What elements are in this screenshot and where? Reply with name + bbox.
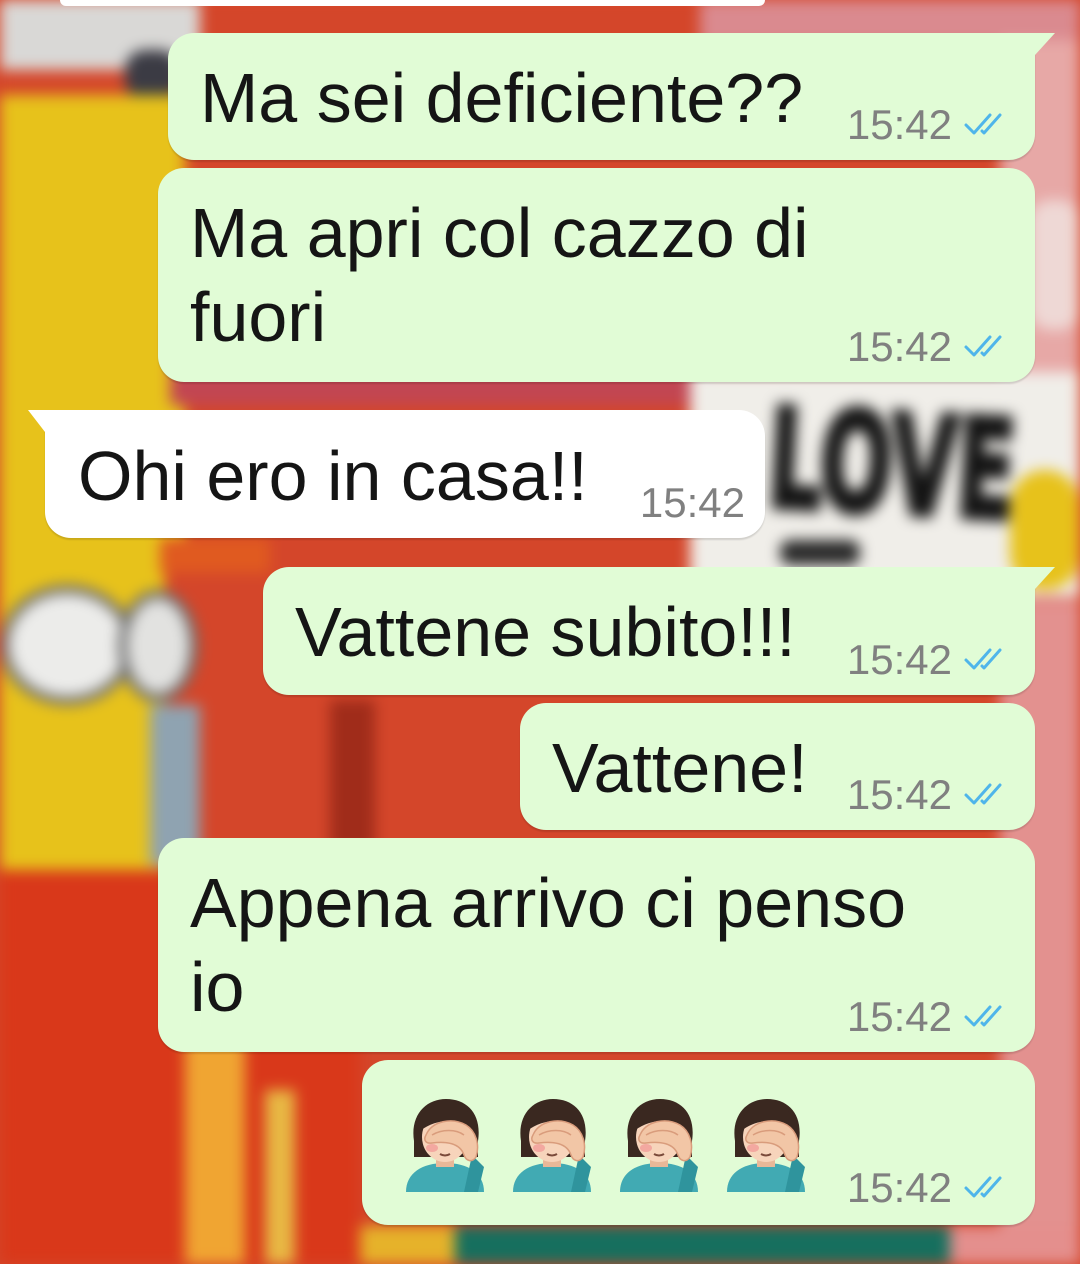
message-text: Vattene subito!!! bbox=[295, 593, 796, 671]
message-bubble-incoming[interactable]: Ohi ero in casa!! 15:42 bbox=[28, 410, 765, 538]
message-text: Vattene! bbox=[552, 729, 808, 807]
double-check-read-icon bbox=[964, 1176, 1002, 1198]
message-text: Ohi ero in casa!! bbox=[78, 437, 588, 515]
message-bubble-outgoing[interactable]: Appena arrivo ci penso io 15:42 bbox=[158, 838, 1035, 1052]
message-timestamp: 15:42 bbox=[846, 636, 952, 683]
message-text: Ma sei deficiente?? bbox=[200, 59, 804, 137]
wallpaper-bottom-teal bbox=[455, 1226, 950, 1264]
wallpaper-orange-patch bbox=[160, 538, 270, 573]
double-check-read-icon bbox=[964, 783, 1002, 805]
double-check-read-icon bbox=[964, 335, 1002, 357]
message-bubble-outgoing[interactable]: Ma sei deficiente?? 15:42 bbox=[168, 33, 1055, 160]
message-text: Ma apri col cazzo di fuori bbox=[190, 194, 809, 356]
message-meta: 15:42 bbox=[847, 996, 1005, 1038]
woman-facepalming-emoji bbox=[727, 1099, 805, 1192]
message-meta: 15:42 bbox=[847, 774, 1005, 816]
message-meta: 15:42 bbox=[640, 482, 745, 524]
message-bubble-outgoing[interactable]: Vattene subito!!! 15:42 bbox=[263, 567, 1055, 695]
woman-facepalming-emoji bbox=[513, 1099, 591, 1192]
partial-incoming-bubble[interactable] bbox=[60, 0, 765, 6]
wallpaper-glasses-left bbox=[0, 585, 135, 705]
chat-screen: LOVE Ma sei deficiente?? 15:42 Ma apri c… bbox=[0, 0, 1080, 1264]
message-meta: 15:42 bbox=[847, 639, 1005, 681]
double-check-read-icon bbox=[964, 113, 1002, 135]
message-meta: 15:42 bbox=[847, 1167, 1005, 1209]
wallpaper-sign-marks bbox=[780, 540, 860, 565]
double-check-read-icon bbox=[964, 648, 1002, 670]
message-timestamp: 15:42 bbox=[846, 101, 952, 148]
message-bubble-outgoing[interactable]: Vattene! 15:42 bbox=[520, 703, 1035, 830]
wallpaper-bottom-right-pink bbox=[950, 1226, 1080, 1264]
message-timestamp: 15:42 bbox=[846, 1164, 952, 1211]
wallpaper-love-text: LOVE bbox=[762, 376, 1022, 554]
wallpaper-right-light-patch bbox=[1030, 200, 1080, 330]
wallpaper-glasses-right bbox=[118, 590, 198, 702]
message-timestamp: 15:42 bbox=[846, 993, 952, 1040]
woman-facepalming-emoji bbox=[620, 1099, 698, 1192]
message-timestamp: 15:42 bbox=[846, 323, 952, 370]
emoji-row bbox=[402, 1095, 809, 1192]
message-meta: 15:42 bbox=[847, 326, 1005, 368]
double-check-read-icon bbox=[964, 1005, 1002, 1027]
message-timestamp: 15:42 bbox=[639, 479, 745, 526]
message-timestamp: 15:42 bbox=[846, 771, 952, 818]
wallpaper-dark-red-band bbox=[330, 700, 375, 850]
wallpaper-yellow-stripe bbox=[185, 1040, 245, 1264]
message-bubble-outgoing-emoji[interactable]: 15:42 bbox=[362, 1060, 1035, 1225]
wallpaper-yellow-stripe bbox=[265, 1090, 295, 1264]
message-bubble-outgoing[interactable]: Ma apri col cazzo di fuori 15:42 bbox=[158, 168, 1035, 382]
wallpaper-bottom-yellow bbox=[360, 1226, 455, 1264]
woman-facepalming-emoji bbox=[406, 1099, 484, 1192]
message-meta: 15:42 bbox=[847, 104, 1005, 146]
message-text: Appena arrivo ci penso io bbox=[190, 864, 906, 1026]
